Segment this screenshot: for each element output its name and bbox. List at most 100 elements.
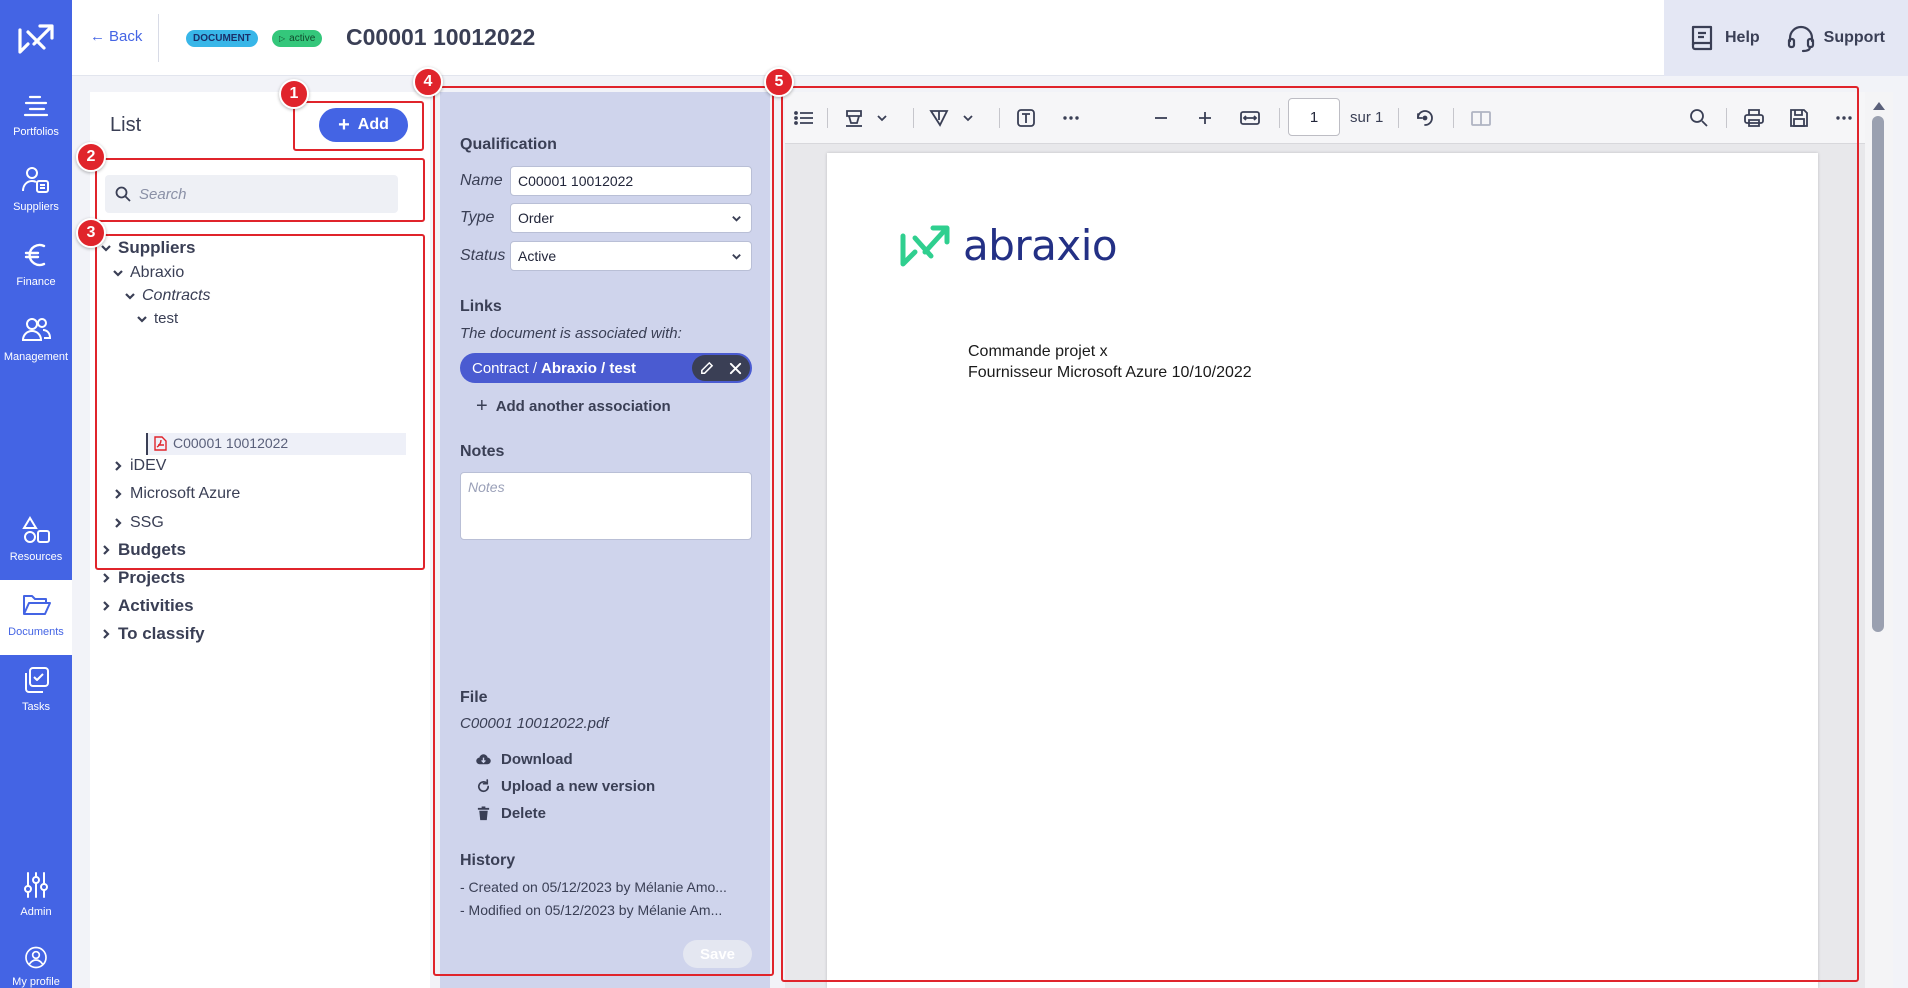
tree-node-label: SSG [130, 514, 164, 531]
nav-item-finance[interactable]: Finance [0, 230, 72, 305]
spread-button[interactable] [1468, 105, 1494, 131]
outline-button[interactable] [791, 105, 817, 131]
zoom-out-button[interactable] [1148, 105, 1174, 131]
pdf-viewer: 1 sur 1 abraxio Commande projet x Fourni… [785, 92, 1893, 988]
book-open-icon [1471, 111, 1491, 126]
back-label: Back [109, 28, 143, 45]
nav-label: Resources [9, 551, 63, 563]
chevron-right-icon [115, 518, 122, 528]
chevron-down-icon [732, 254, 741, 260]
chevron-right-icon [103, 573, 110, 583]
association-chip[interactable]: Contract / Abraxio / test [460, 353, 752, 383]
text-box-icon [1017, 109, 1035, 127]
type-select[interactable]: Order [510, 203, 752, 233]
nav-item-resources[interactable]: Resources [0, 505, 72, 580]
highlight-button[interactable] [841, 105, 867, 131]
find-button[interactable] [1686, 105, 1712, 131]
nav-item-admin[interactable]: Admin [0, 860, 72, 935]
text-button[interactable] [1013, 105, 1039, 131]
pen-icon [929, 110, 949, 127]
type-label: Type [460, 209, 495, 226]
nav-label: My profile [12, 976, 60, 988]
tree-node-suppliers[interactable]: Suppliers [100, 238, 195, 258]
list-icon [794, 111, 813, 125]
delete-button[interactable]: Delete [476, 805, 546, 822]
status-value: Active [518, 248, 557, 264]
tree-node-label: Contracts [142, 287, 211, 304]
viewer-menu-button[interactable] [1831, 105, 1857, 131]
pdf-page: abraxio Commande projet x Fournisseur Mi… [827, 153, 1818, 988]
name-field[interactable]: C00001 10012022 [510, 166, 752, 196]
download-button[interactable]: Download [476, 751, 573, 768]
save-pdf-button[interactable] [1786, 105, 1812, 131]
search-box [105, 175, 398, 213]
rotate-button[interactable] [1412, 105, 1438, 131]
nav-item-documents[interactable]: Documents [0, 580, 72, 655]
shapes-icon [22, 516, 50, 543]
tree-node-test[interactable]: test [136, 310, 178, 327]
nav-label: Portfolios [13, 126, 59, 138]
pencil-icon[interactable] [699, 361, 714, 376]
nav-item-suppliers[interactable]: Suppliers [0, 155, 72, 230]
tree-node-ssg[interactable]: SSG [112, 514, 164, 532]
back-link[interactable]: ← Back [90, 28, 142, 45]
draw-button[interactable] [926, 105, 952, 131]
draw-options-button[interactable] [955, 105, 981, 131]
name-label: Name [460, 172, 503, 189]
more-horizontal-icon [1836, 116, 1852, 120]
nav-item-portfolios[interactable]: Portfolios [0, 80, 72, 155]
nav-item-tasks[interactable]: Tasks [0, 655, 72, 730]
tree-node-contracts[interactable]: Contracts [124, 287, 210, 305]
add-button[interactable]: + Add [319, 108, 408, 142]
nav-item-my-profile[interactable]: My profile [0, 935, 72, 988]
tree-node-idev[interactable]: iDEV [112, 457, 166, 475]
status-select[interactable]: Active [510, 241, 752, 271]
fit-width-button[interactable] [1237, 105, 1263, 131]
more-tools-button[interactable] [1058, 105, 1084, 131]
divider [999, 108, 1000, 128]
tree-node-abraxio[interactable]: Abraxio [112, 264, 184, 282]
highlighter-icon [846, 110, 862, 127]
tree-node-to-classify[interactable]: To classify [100, 624, 205, 644]
print-button[interactable] [1741, 105, 1767, 131]
scroll-up-arrow[interactable] [1873, 102, 1885, 110]
tree-node-projects[interactable]: Projects [100, 568, 185, 588]
zoom-in-button[interactable] [1192, 105, 1218, 131]
help-button[interactable]: Help [1687, 23, 1760, 53]
tree-node-file[interactable]: C00001 10012022 [154, 435, 288, 451]
close-icon[interactable] [728, 361, 743, 376]
add-association-button[interactable]: + Add another association [476, 396, 671, 416]
chevron-right-icon [103, 545, 110, 555]
chevron-right-icon [103, 629, 110, 639]
tasks-icon [25, 667, 49, 693]
tree-node-activities[interactable]: Activities [100, 596, 194, 616]
fit-width-icon [1240, 111, 1260, 125]
nav-item-management[interactable]: Management [0, 305, 72, 380]
status-badge-label: active [289, 33, 316, 44]
notes-input[interactable] [460, 472, 752, 540]
save-button[interactable]: Save [683, 940, 752, 968]
support-button[interactable]: Support [1786, 23, 1885, 53]
nav-label: Management [3, 351, 69, 363]
page-number-input[interactable]: 1 [1288, 98, 1340, 136]
chevron-down-icon [732, 216, 741, 222]
arrow-left-icon: ← [90, 28, 105, 45]
help-label: Help [1725, 29, 1760, 46]
upload-version-button[interactable]: Upload a new version [476, 778, 655, 795]
viewer-scrollbar[interactable] [1865, 92, 1893, 988]
app-logo-icon[interactable] [16, 18, 56, 58]
file-name: C00001 10012022.pdf [460, 715, 609, 732]
tree-node-microsoft-azure[interactable]: Microsoft Azure [112, 485, 240, 503]
divider [1398, 108, 1399, 128]
download-label: Download [501, 751, 573, 768]
links-heading: Links [460, 298, 502, 315]
tree-node-budgets[interactable]: Budgets [100, 540, 186, 560]
highlight-options-button[interactable] [869, 105, 895, 131]
notes-heading: Notes [460, 443, 505, 460]
scrollbar-thumb[interactable] [1872, 116, 1884, 632]
tree-node-label: test [154, 310, 179, 327]
main-nav: Portfolios Suppliers Finance Management … [0, 0, 72, 988]
chevron-down-icon [113, 270, 123, 277]
search-input[interactable] [139, 185, 379, 203]
printer-icon [1744, 109, 1764, 127]
